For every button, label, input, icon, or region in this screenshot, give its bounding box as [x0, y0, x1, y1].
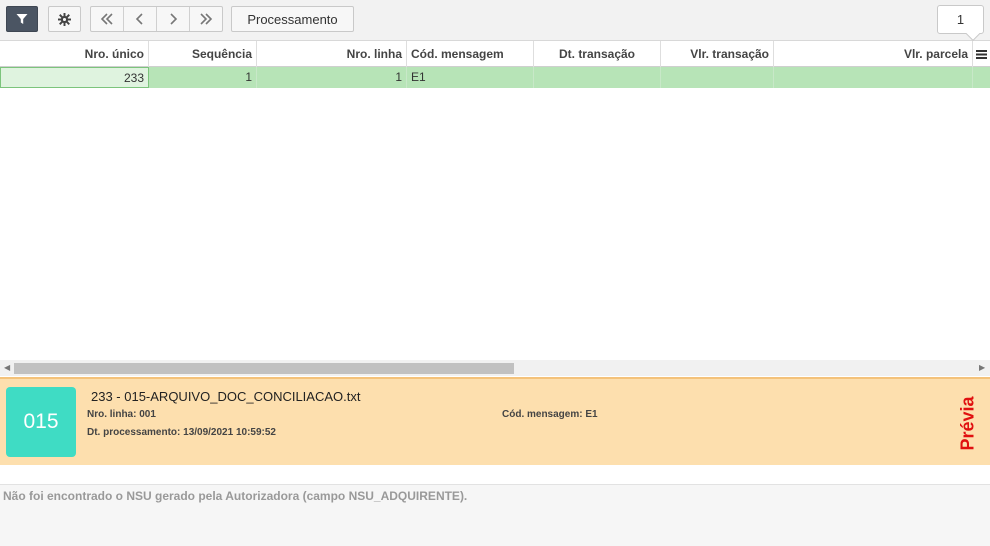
table-row[interactable]: 233 1 1 E1 — [0, 67, 990, 88]
chevron-right-icon — [170, 13, 178, 25]
processamento-button[interactable]: Processamento — [231, 6, 354, 32]
card-dt-processamento: Dt. processamento: 13/09/2021 10:59:52 — [87, 427, 276, 438]
status-label: Prévia — [957, 395, 978, 451]
gear-icon — [58, 12, 71, 26]
scroll-left-arrow-icon[interactable]: ◀ — [4, 363, 10, 372]
cell-dt-transacao[interactable] — [534, 67, 661, 88]
cell-vlr-parcela[interactable] — [774, 67, 973, 88]
page-number: 1 — [956, 12, 965, 27]
page-number-box[interactable]: 1 — [937, 5, 984, 34]
scroll-right-arrow-icon[interactable]: ▶ — [979, 363, 985, 372]
pagination-nav — [90, 6, 223, 32]
previous-page-button[interactable] — [124, 7, 157, 31]
error-message: Não foi encontrado o NSU gerado pela Aut… — [3, 489, 468, 503]
card-title: 233 - 015-ARQUIVO_DOC_CONCILIACAO.txt — [91, 389, 361, 404]
settings-button[interactable] — [48, 6, 81, 32]
detail-card: 015 233 - 015-ARQUIVO_DOC_CONCILIACAO.tx… — [0, 377, 990, 465]
column-header-sequencia[interactable]: Sequência — [149, 41, 257, 67]
column-header-vlr-transacao[interactable]: Vlr. transação — [661, 41, 774, 67]
card-cod-mensagem: Cód. mensagem: E1 — [502, 409, 598, 420]
double-chevron-right-icon — [200, 13, 213, 25]
processamento-label: Processamento — [247, 11, 338, 27]
first-page-button[interactable] — [91, 7, 124, 31]
column-header-vlr-parcela[interactable]: Vlr. parcela — [774, 41, 973, 67]
scrollbar-thumb[interactable] — [14, 363, 514, 374]
card-nro-linha: Nro. linha: 001 — [87, 409, 156, 420]
column-menu-button[interactable] — [973, 41, 990, 67]
grid-header: Nro. único Sequência Nro. linha Cód. men… — [0, 41, 990, 67]
double-chevron-left-icon — [100, 13, 113, 25]
column-header-nro-linha[interactable]: Nro. linha — [257, 41, 407, 67]
cell-nro-unico[interactable]: 233 — [0, 67, 149, 88]
file-code-badge: 015 — [6, 387, 76, 457]
hamburger-menu-icon — [976, 49, 987, 59]
toolbar: Processamento 1 — [0, 0, 990, 41]
horizontal-scrollbar[interactable]: ◀ ▶ — [0, 360, 990, 376]
column-header-dt-transacao[interactable]: Dt. transação — [534, 41, 661, 67]
next-page-button[interactable] — [157, 7, 190, 31]
column-header-nro-unico[interactable]: Nro. único — [0, 41, 149, 67]
cell-sequencia[interactable]: 1 — [149, 67, 257, 88]
chevron-left-icon — [135, 13, 143, 25]
cell-cod-mensagem[interactable]: E1 — [407, 67, 534, 88]
cell-vlr-transacao[interactable] — [661, 67, 774, 88]
column-header-cod-mensagem[interactable]: Cód. mensagem — [407, 41, 534, 67]
filter-button[interactable] — [6, 6, 38, 32]
filter-icon — [16, 14, 28, 24]
last-page-button[interactable] — [190, 7, 222, 31]
status-label-container: Prévia — [950, 385, 986, 461]
message-area: Não foi encontrado o NSU gerado pela Aut… — [0, 484, 990, 546]
cell-nro-linha[interactable]: 1 — [257, 67, 407, 88]
